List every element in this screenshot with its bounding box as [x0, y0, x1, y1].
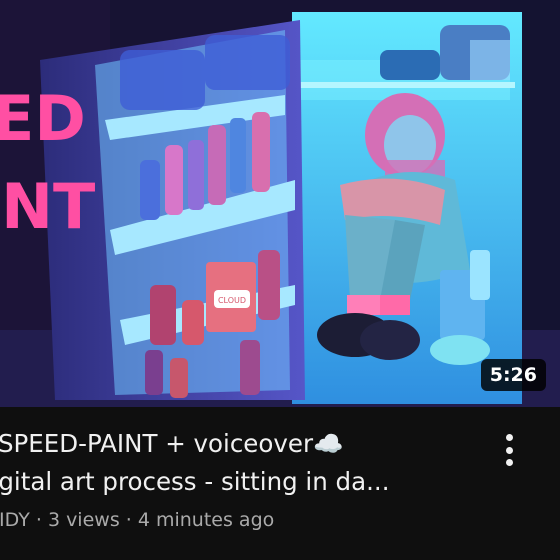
video-title[interactable]: ☆SPEED-PAINT + voiceover☁️ digital art p… [0, 425, 496, 501]
video-title-line-2[interactable]: digital art process - sitting in da... [0, 463, 496, 501]
thumbnail-text-1: ED [0, 82, 86, 155]
carton-label: CLOUD [218, 296, 246, 305]
thumbnail-illustration: CLOUD ED INT [0, 0, 560, 407]
more-vertical-icon[interactable] [496, 432, 522, 468]
view-count: 3 views [47, 509, 120, 531]
video-title-line-1[interactable]: ☆SPEED-PAINT + voiceover☁️ [0, 425, 496, 463]
video-thumbnail[interactable]: CLOUD ED INT 5:26 [0, 0, 560, 407]
meta-separator: · [29, 509, 48, 531]
menu-dot [505, 434, 513, 441]
menu-dot [505, 459, 513, 466]
menu-dot [505, 446, 513, 454]
meta-separator: · [119, 509, 138, 531]
thumbnail-text-2: INT [0, 170, 95, 243]
upload-age: 4 minutes ago [137, 509, 275, 531]
video-metadata: AIDY · 3 views · 4 minutes ago [0, 509, 274, 531]
duration-badge: 5:26 [480, 359, 546, 391]
channel-name[interactable]: AIDY [0, 509, 30, 531]
